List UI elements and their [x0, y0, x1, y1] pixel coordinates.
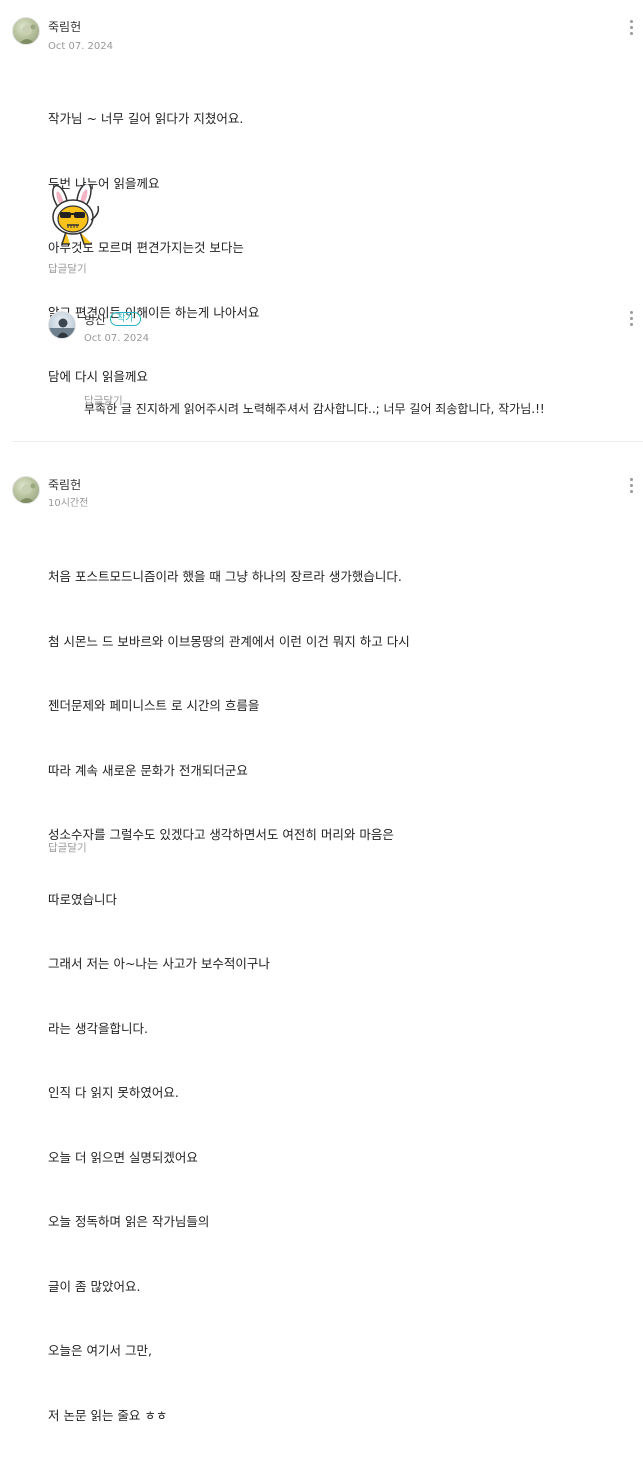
comment-line: 라는 생각을합니다. — [48, 1020, 148, 1036]
author-badge: 작가 — [110, 312, 141, 326]
comment-date: Oct 07. 2024 — [84, 333, 149, 344]
more-options-icon[interactable] — [630, 478, 634, 496]
reply-button[interactable]: 답글달기 — [48, 263, 87, 275]
more-options-icon[interactable] — [630, 20, 634, 38]
comment-line: 성소수자를 그럴수도 있겠다고 생각하면서도 여전히 머리와 마음은 — [48, 827, 394, 842]
sunglasses-bunny-sticker — [52, 184, 100, 245]
comment-divider — [12, 441, 643, 442]
comment-date: Oct 07. 2024 — [48, 41, 113, 52]
comment-line: 따라 계속 새로운 문화가 전개되더군요 — [48, 762, 248, 778]
more-options-icon[interactable] — [630, 311, 634, 329]
comment-line: 젠더문제와 페미니스트 로 시간의 흐름을 — [48, 698, 260, 713]
comment-body: 부족한 글 진지하게 읽어주시려 노력해주셔서 감사합니다..; 너무 길어 죄… — [84, 356, 545, 464]
comment-author-name[interactable]: 빙산 — [84, 313, 106, 327]
comment-line: 오늘은 여기서 그만, — [48, 1343, 152, 1358]
comment-line: 오늘 정독하며 읽은 작가님들의 — [48, 1214, 210, 1229]
comment-line: 부족한 글 진지하게 읽어주시려 노력해주셔서 감사합니다..; 너무 길어 죄… — [84, 402, 545, 416]
comment-author-name[interactable]: 죽림헌 — [48, 478, 81, 492]
comment-line: 저 논문 읽는 줄요 ㅎㅎ — [48, 1407, 168, 1423]
reply-button[interactable]: 답글달기 — [84, 395, 123, 407]
avatar-image — [49, 318, 75, 338]
comment-line: 따로였습니다 — [48, 891, 118, 907]
comment-line: 첨 시몬느 드 보바르와 이브몽땅의 관계에서 이런 이건 뭐지 하고 다시 — [48, 633, 410, 649]
comment-line: 그래서 저는 아~나는 사고가 보수적이구나 — [48, 956, 270, 971]
avatar-image — [19, 24, 36, 44]
avatar[interactable] — [48, 311, 76, 339]
comment-line: 알고 편견이든 이해이든 하는게 나아서요 — [48, 304, 260, 320]
avatar-image — [19, 483, 36, 503]
comment-line: 인직 다 읽지 못하였어요. — [48, 1085, 179, 1100]
comment-line: 작가님 ~ 너무 길어 읽다가 지쳤어요. — [48, 111, 244, 126]
avatar[interactable] — [12, 476, 40, 504]
comment-line: 처음 포스트모드니즘이라 했을 때 그냥 하나의 장르라 생가했습니다. — [48, 569, 402, 584]
reply-button[interactable]: 답글달기 — [48, 842, 87, 854]
comment-line: 글이 좀 많았어요. — [48, 1278, 141, 1294]
comment-author-name[interactable]: 죽림헌 — [48, 20, 81, 34]
comment-date: 10시간전 — [48, 498, 89, 509]
comment-body: 처음 포스트모드니즘이라 했을 때 그냥 하나의 장르라 생가했습니다. 첨 시… — [48, 523, 410, 1469]
comment-line: 오늘 더 읽으면 실명되겠어요 — [48, 1149, 198, 1165]
avatar[interactable] — [12, 17, 40, 45]
